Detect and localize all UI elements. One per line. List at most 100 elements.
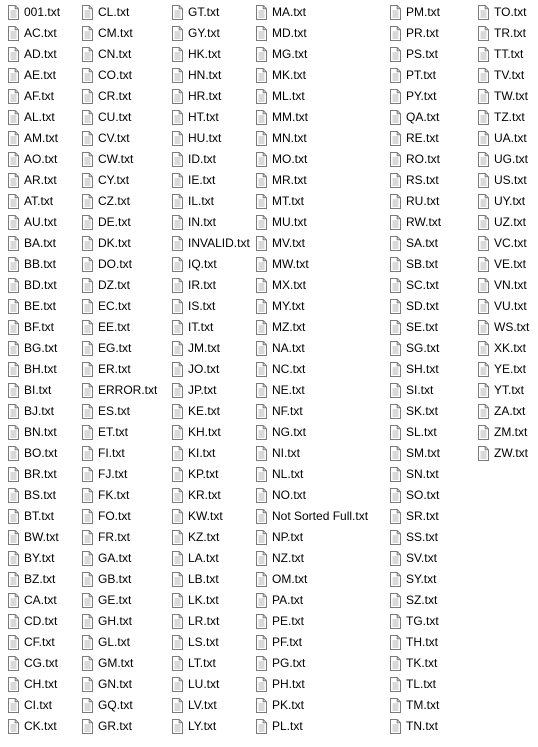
file-item[interactable]: SM.txt	[382, 443, 441, 464]
file-item[interactable]: HU.txt	[164, 128, 250, 149]
file-item[interactable]: KP.txt	[164, 464, 250, 485]
file-item[interactable]: FK.txt	[74, 485, 157, 506]
file-item[interactable]: UY.txt	[470, 191, 529, 212]
file-item[interactable]: PE.txt	[248, 611, 368, 632]
file-item[interactable]: FJ.txt	[74, 464, 157, 485]
file-item[interactable]: BN.txt	[0, 422, 60, 443]
file-item[interactable]: AF.txt	[0, 86, 60, 107]
file-item[interactable]: HT.txt	[164, 107, 250, 128]
file-item[interactable]: SS.txt	[382, 527, 441, 548]
file-item[interactable]: TW.txt	[470, 86, 529, 107]
file-item[interactable]: AU.txt	[0, 212, 60, 233]
file-item[interactable]: IN.txt	[164, 212, 250, 233]
file-item[interactable]: KI.txt	[164, 443, 250, 464]
file-item[interactable]: KR.txt	[164, 485, 250, 506]
file-item[interactable]: TT.txt	[470, 44, 529, 65]
file-item[interactable]: MY.txt	[248, 296, 368, 317]
file-item[interactable]: CO.txt	[74, 65, 157, 86]
file-item[interactable]: GR.txt	[74, 716, 157, 737]
file-item[interactable]: TG.txt	[382, 611, 441, 632]
file-item[interactable]: LK.txt	[164, 590, 250, 611]
file-item[interactable]: CD.txt	[0, 611, 60, 632]
file-item[interactable]: MT.txt	[248, 191, 368, 212]
file-item[interactable]: RS.txt	[382, 170, 441, 191]
file-item[interactable]: BW.txt	[0, 527, 60, 548]
file-item[interactable]: CL.txt	[74, 2, 157, 23]
file-item[interactable]: ZW.txt	[470, 443, 529, 464]
file-item[interactable]: MU.txt	[248, 212, 368, 233]
file-item[interactable]: NF.txt	[248, 401, 368, 422]
file-item[interactable]: NG.txt	[248, 422, 368, 443]
file-item[interactable]: FR.txt	[74, 527, 157, 548]
file-item[interactable]: RE.txt	[382, 128, 441, 149]
file-item[interactable]: EC.txt	[74, 296, 157, 317]
file-item[interactable]: JM.txt	[164, 338, 250, 359]
file-item[interactable]: PH.txt	[248, 674, 368, 695]
file-item[interactable]: BY.txt	[0, 548, 60, 569]
file-item[interactable]: KH.txt	[164, 422, 250, 443]
file-item[interactable]: LT.txt	[164, 653, 250, 674]
file-item[interactable]: Not Sorted Full.txt	[248, 506, 368, 527]
file-item[interactable]: SL.txt	[382, 422, 441, 443]
file-item[interactable]: GN.txt	[74, 674, 157, 695]
file-item[interactable]: SO.txt	[382, 485, 441, 506]
file-item[interactable]: VN.txt	[470, 275, 529, 296]
file-item[interactable]: CZ.txt	[74, 191, 157, 212]
file-item[interactable]: TK.txt	[382, 653, 441, 674]
file-item[interactable]: IQ.txt	[164, 254, 250, 275]
file-item[interactable]: DZ.txt	[74, 275, 157, 296]
file-item[interactable]: CV.txt	[74, 128, 157, 149]
file-item[interactable]: LS.txt	[164, 632, 250, 653]
file-item[interactable]: MO.txt	[248, 149, 368, 170]
file-item[interactable]: BH.txt	[0, 359, 60, 380]
file-item[interactable]: HK.txt	[164, 44, 250, 65]
file-item[interactable]: XK.txt	[470, 338, 529, 359]
file-item[interactable]: GT.txt	[164, 2, 250, 23]
file-item[interactable]: FI.txt	[74, 443, 157, 464]
file-item[interactable]: GY.txt	[164, 23, 250, 44]
file-item[interactable]: BZ.txt	[0, 569, 60, 590]
file-item[interactable]: LY.txt	[164, 716, 250, 737]
file-item[interactable]: SV.txt	[382, 548, 441, 569]
file-item[interactable]: 001.txt	[0, 2, 60, 23]
file-item[interactable]: SN.txt	[382, 464, 441, 485]
file-item[interactable]: EE.txt	[74, 317, 157, 338]
file-item[interactable]: GE.txt	[74, 590, 157, 611]
file-item[interactable]: CN.txt	[74, 44, 157, 65]
file-item[interactable]: BJ.txt	[0, 401, 60, 422]
file-item[interactable]: KW.txt	[164, 506, 250, 527]
file-item[interactable]: DE.txt	[74, 212, 157, 233]
file-item[interactable]: PK.txt	[248, 695, 368, 716]
file-item[interactable]: MR.txt	[248, 170, 368, 191]
file-item[interactable]: UZ.txt	[470, 212, 529, 233]
file-item[interactable]: BT.txt	[0, 506, 60, 527]
file-item[interactable]: BF.txt	[0, 317, 60, 338]
file-item[interactable]: JO.txt	[164, 359, 250, 380]
file-item[interactable]: MM.txt	[248, 107, 368, 128]
file-item[interactable]: RW.txt	[382, 212, 441, 233]
file-item[interactable]: TM.txt	[382, 695, 441, 716]
file-item[interactable]: GL.txt	[74, 632, 157, 653]
file-item[interactable]: AT.txt	[0, 191, 60, 212]
file-item[interactable]: NE.txt	[248, 380, 368, 401]
file-item[interactable]: SI.txt	[382, 380, 441, 401]
file-item[interactable]: SG.txt	[382, 338, 441, 359]
file-item[interactable]: TO.txt	[470, 2, 529, 23]
file-item[interactable]: VU.txt	[470, 296, 529, 317]
file-item[interactable]: BR.txt	[0, 464, 60, 485]
file-item[interactable]: VC.txt	[470, 233, 529, 254]
file-item[interactable]: SE.txt	[382, 317, 441, 338]
file-item[interactable]: ML.txt	[248, 86, 368, 107]
file-item[interactable]: PF.txt	[248, 632, 368, 653]
file-item[interactable]: BG.txt	[0, 338, 60, 359]
file-item[interactable]: TN.txt	[382, 716, 441, 737]
file-item[interactable]: CW.txt	[74, 149, 157, 170]
file-item[interactable]: IE.txt	[164, 170, 250, 191]
file-item[interactable]: VE.txt	[470, 254, 529, 275]
file-item[interactable]: KE.txt	[164, 401, 250, 422]
file-item[interactable]: CY.txt	[74, 170, 157, 191]
file-item[interactable]: YE.txt	[470, 359, 529, 380]
file-item[interactable]: SD.txt	[382, 296, 441, 317]
file-item[interactable]: TR.txt	[470, 23, 529, 44]
file-item[interactable]: UA.txt	[470, 128, 529, 149]
